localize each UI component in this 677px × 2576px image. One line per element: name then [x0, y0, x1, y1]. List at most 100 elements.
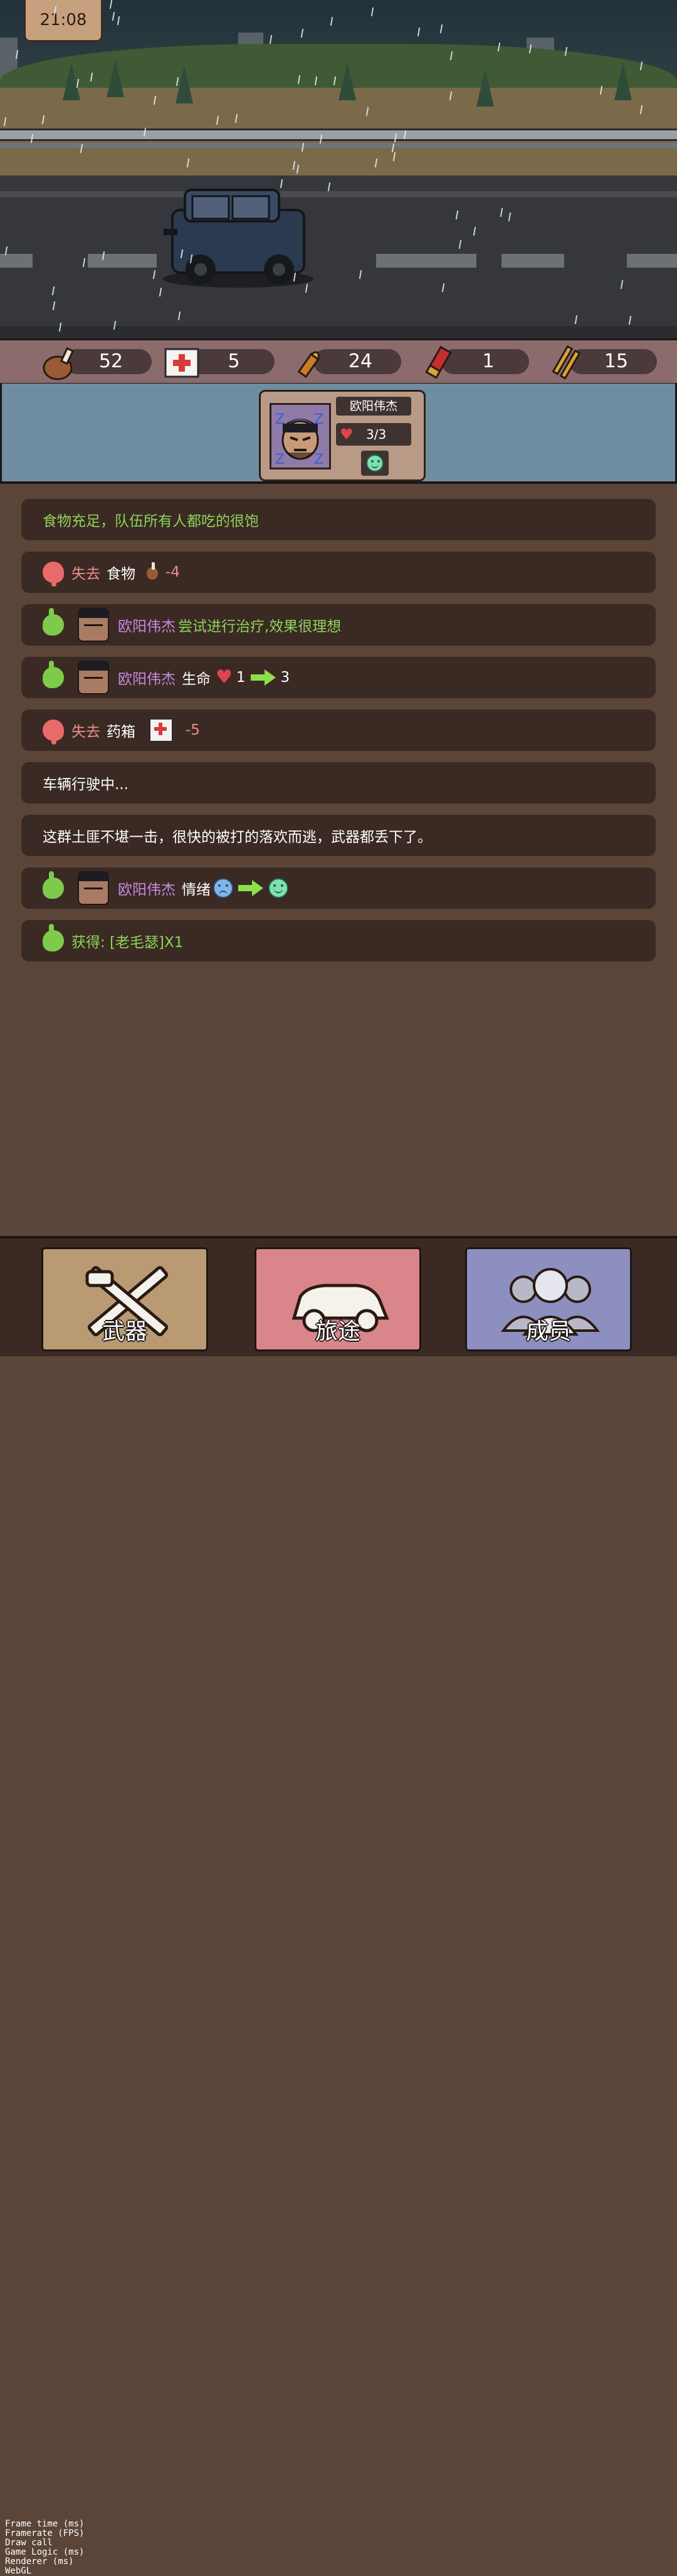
curb: [0, 326, 677, 338]
raindrop: [370, 7, 374, 17]
arrow-right-icon: [250, 669, 276, 686]
rifle-ammo-icon: [552, 345, 581, 380]
log-delta: -5: [186, 722, 200, 738]
tree: [176, 66, 193, 103]
svg-text:Z: Z: [275, 452, 285, 468]
log-entry: 获得: [老毛瑟]X1: [21, 920, 656, 961]
resource-bar: 52 5 24 1 15: [0, 338, 677, 385]
nav-weapons-button[interactable]: 武器: [41, 1247, 208, 1351]
raindrop: [109, 0, 113, 9]
resource-value: 5: [228, 350, 240, 372]
happy-face-icon: [366, 454, 384, 472]
log-text: 获得: [老毛瑟]X1: [71, 935, 184, 951]
log-item: 药箱: [107, 724, 135, 740]
nav-weapons-label: 武器: [102, 1319, 147, 1344]
time-display: 21:08: [24, 0, 103, 42]
log-member-name: 欧阳伟杰: [118, 671, 176, 688]
bullet-icon: [297, 351, 320, 379]
tree: [614, 63, 632, 100]
thumbs-up-icon: [43, 608, 64, 636]
avatar: Z Z Z Z: [271, 405, 329, 468]
member-hp-value: 3/3: [366, 427, 387, 442]
log-entry: 食物充足，队伍所有人都吃的很饱: [21, 499, 656, 540]
debug-line: Frame time (ms): [5, 2519, 85, 2529]
road-edge-line: [0, 191, 677, 197]
log-entry: 失去 食物 -4: [21, 552, 656, 593]
medkit-icon: [164, 348, 199, 378]
log-entry: 欧阳伟杰 生命 ♥ 1 3: [21, 657, 656, 698]
tree: [107, 60, 124, 97]
nav-members-label: 成员: [525, 1319, 571, 1344]
meat-icon: [144, 562, 159, 582]
member-avatar-icon: [78, 661, 109, 694]
resource-value: 15: [604, 350, 629, 372]
heart-icon: ♥: [216, 666, 233, 688]
guardrail: [0, 128, 677, 141]
log-member-name: 欧阳伟杰: [118, 619, 176, 635]
party-panel: Z Z Z Z 欧阳伟杰 ♥ 3/3: [0, 384, 677, 484]
raindrop: [112, 11, 115, 21]
member-card[interactable]: Z Z Z Z 欧阳伟杰 ♥ 3/3: [259, 390, 426, 481]
svg-text:Z: Z: [314, 452, 323, 468]
member-avatar-icon: [78, 608, 109, 642]
tree: [338, 63, 356, 100]
nav-journey-button[interactable]: 旅途: [255, 1247, 421, 1351]
debug-overlay: Frame time (ms) Framerate (FPS) Draw cal…: [5, 2520, 84, 2576]
nav-journey-label: 旅途: [315, 1319, 360, 1344]
log-item: 食物: [107, 566, 135, 582]
thumbs-down-icon: [43, 720, 64, 745]
log-delta: -4: [165, 564, 180, 580]
log-verb: 失去: [71, 724, 100, 740]
log-text: 车辆行驶中...: [43, 777, 129, 793]
resource-medkit: 5: [162, 345, 275, 378]
debug-line: Game Logic (ms): [5, 2547, 85, 2557]
resource-value: 24: [348, 350, 373, 372]
event-log: 食物充足，队伍所有人都吃的很饱 失去 食物 -4 欧阳伟杰 尝试进行治疗,效果很…: [0, 486, 677, 1236]
meat-icon: [43, 347, 75, 380]
log-text: 这群土匪不堪一击，很快的被打的落欢而逃，武器都丢下了。: [43, 829, 432, 846]
resource-value: 1: [482, 350, 495, 372]
heart-icon: ♥: [340, 426, 354, 443]
nav-members-button[interactable]: 成员: [465, 1247, 632, 1351]
sad-face-icon: [213, 878, 233, 898]
lane-dash: [0, 254, 33, 268]
lane-dash: [88, 254, 157, 268]
member-avatar-icon: [78, 871, 109, 905]
resource-value: 52: [98, 350, 123, 372]
bottom-nav: 武器 旅途 成员 Frame time (ms) Framerate (FPS)…: [0, 1236, 677, 2576]
jeep-vehicle: [163, 189, 313, 288]
happy-face-icon: [268, 878, 288, 898]
log-entry: 车辆行驶中...: [21, 762, 656, 804]
resource-shells: 1: [416, 345, 529, 379]
resource-food: 52: [39, 345, 152, 380]
lane-dash: [501, 254, 564, 268]
log-entry: 这群土匪不堪一击，很快的被打的落欢而逃，武器都丢下了。: [21, 815, 656, 856]
lane-dash: [627, 254, 677, 268]
log-verb: 失去: [71, 566, 100, 582]
guardrail-lower: [0, 143, 677, 148]
tree: [476, 69, 494, 107]
log-to-value: 3: [280, 669, 290, 686]
debug-line: Renderer (ms): [5, 2557, 74, 2567]
raindrop: [417, 27, 421, 37]
log-entry: 欧阳伟杰 尝试进行治疗,效果很理想: [21, 604, 656, 646]
debug-line: WebGL: [5, 2566, 32, 2576]
log-member-name: 欧阳伟杰: [118, 882, 176, 898]
thumbs-up-icon: [43, 661, 64, 688]
log-entry: 失去 药箱 -5: [21, 709, 656, 751]
thumbs-down-icon: [43, 562, 64, 587]
raindrop: [117, 16, 120, 26]
raindrop: [269, 34, 273, 45]
thumbs-up-icon: [43, 924, 64, 951]
debug-line: Framerate (FPS): [5, 2528, 85, 2538]
raindrop: [439, 24, 443, 34]
lane-dash: [376, 254, 476, 268]
member-mood: [361, 451, 389, 476]
medkit-icon: [149, 718, 173, 742]
log-from-value: 1: [236, 669, 246, 686]
resource-bullets: 24: [288, 345, 401, 379]
raindrop: [300, 28, 304, 38]
log-entry: 欧阳伟杰 情绪: [21, 867, 656, 909]
debug-line: Draw call: [5, 2538, 53, 2548]
member-portrait: Z Z Z Z: [270, 403, 331, 469]
